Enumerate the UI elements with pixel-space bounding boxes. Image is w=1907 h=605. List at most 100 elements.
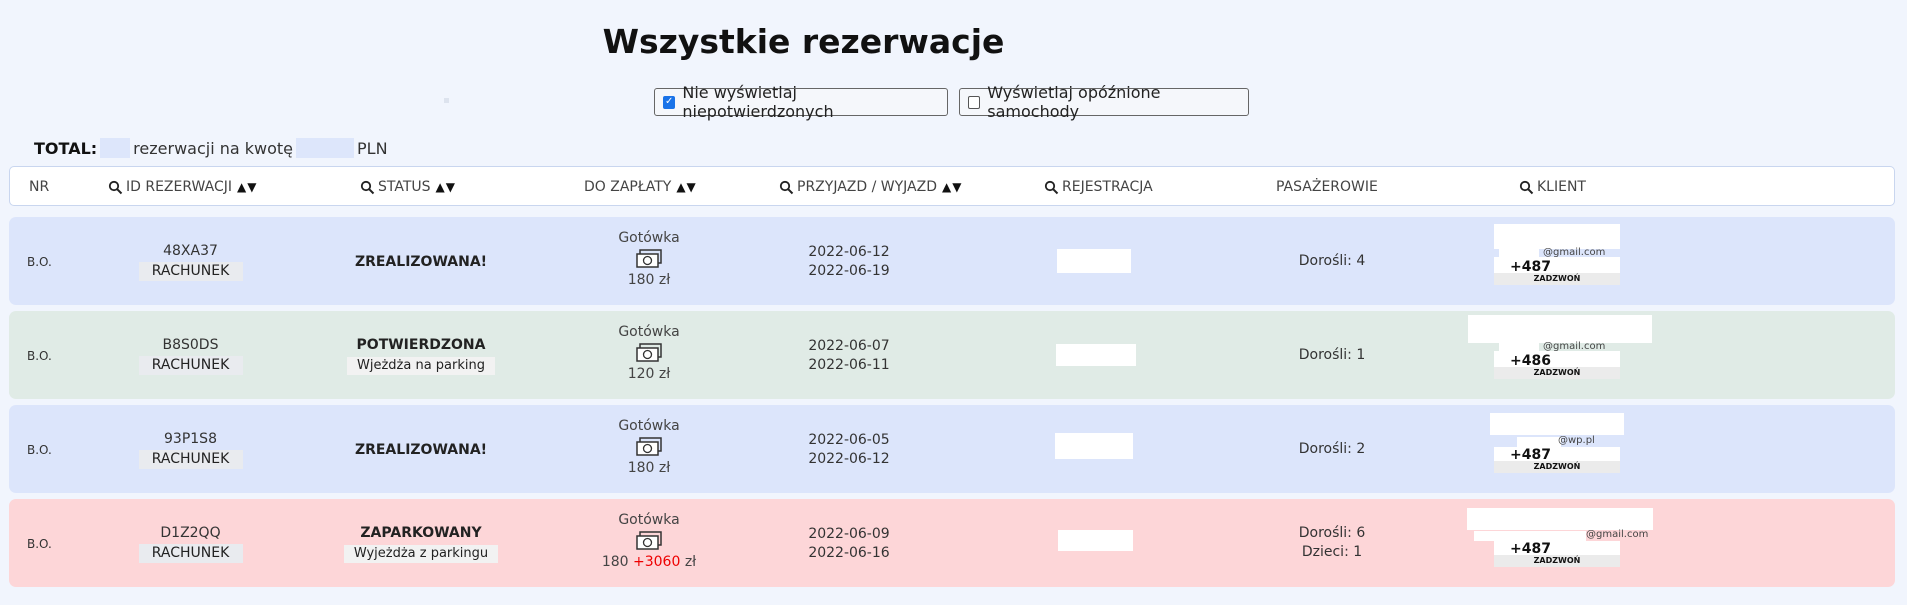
- col-dates[interactable]: PRZYJAZD / WYJAZD ▲▼: [779, 179, 962, 195]
- payment-amount: 180 zł: [579, 459, 719, 477]
- filter-show-delayed[interactable]: Wyświetlaj opóźnione samochody: [959, 83, 1249, 121]
- search-icon[interactable]: [360, 180, 375, 195]
- client-cell: @gmail.com +487 ZADZWOŃ: [1466, 217, 1696, 305]
- reservation-code[interactable]: 93P1S8: [129, 430, 252, 448]
- invoice-button[interactable]: RACHUNEK: [138, 262, 243, 281]
- passengers-cell: Dorośli: 4: [1257, 252, 1407, 271]
- search-icon[interactable]: [779, 180, 794, 195]
- money-icon: [636, 531, 662, 550]
- invoice-button[interactable]: RACHUNEK: [138, 356, 243, 375]
- amount-base: 180: [601, 554, 629, 570]
- col-id[interactable]: ID REZERWACJI ▲▼: [108, 179, 257, 195]
- sort-arrows[interactable]: ▲▼: [436, 180, 456, 194]
- money-icon: [636, 249, 662, 268]
- col-payment[interactable]: DO ZAPŁATY ▲▼: [584, 179, 697, 195]
- amount-unit: zł: [658, 460, 671, 476]
- checkbox-icon[interactable]: ✓: [663, 95, 676, 109]
- call-button[interactable]: ZADZWOŃ: [1494, 273, 1620, 285]
- departure-date: 2022-06-16: [808, 545, 890, 561]
- payment-method: Gotówka: [618, 418, 680, 434]
- status-text: ZREALIZOWANA!: [354, 254, 488, 270]
- status-cell: ZREALIZOWANA!: [331, 441, 511, 459]
- amount-extra: +3060: [633, 554, 681, 570]
- reservation-id: D1Z2QQ RACHUNEK: [129, 524, 252, 563]
- call-button[interactable]: ZADZWOŃ: [1494, 461, 1620, 473]
- total-label: TOTAL:: [34, 138, 98, 158]
- call-button[interactable]: ZADZWOŃ: [1494, 555, 1620, 567]
- payment-method: Gotówka: [618, 324, 680, 340]
- table-row[interactable]: B.O. D1Z2QQ RACHUNEK ZAPARKOWANY Wyjeżdż…: [9, 499, 1895, 587]
- col-passengers: PASAŻEROWIE: [1276, 179, 1378, 195]
- col-passengers-label: PASAŻEROWIE: [1276, 179, 1378, 195]
- amount-base: 120: [627, 366, 655, 382]
- reservation-code[interactable]: D1Z2QQ: [129, 524, 252, 542]
- sort-arrows[interactable]: ▲▼: [942, 180, 962, 194]
- passengers-adults: Dorośli: 6: [1298, 525, 1366, 541]
- payment-amount: 180 zł: [579, 271, 719, 289]
- arrival-date: 2022-06-07: [808, 338, 890, 354]
- payment-amount: 180 +3060 zł: [579, 553, 719, 571]
- client-cell: @gmail.com +487 ZADZWOŃ: [1466, 499, 1696, 587]
- filter-label: Wyświetlaj opóźnione samochody: [987, 83, 1161, 121]
- money-icon: [636, 343, 662, 362]
- client-cell: @gmail.com +486 ZADZWOŃ: [1466, 311, 1696, 399]
- row-nr: B.O.: [27, 349, 52, 363]
- filter-hide-unconfirmed[interactable]: ✓ Nie wyświetlaj niepotwierdzonych: [654, 83, 948, 121]
- client-email[interactable]: @gmail.com: [1586, 529, 1648, 540]
- row-nr: B.O.: [27, 443, 52, 457]
- money-icon: [636, 437, 662, 456]
- table-header: NR ID REZERWACJI ▲▼ STATUS ▲▼ DO ZAPŁATY…: [9, 166, 1895, 206]
- col-client[interactable]: KLIENT: [1519, 179, 1586, 195]
- invoice-button[interactable]: RACHUNEK: [138, 544, 243, 563]
- status-cell: ZREALIZOWANA!: [331, 253, 511, 271]
- reservation-id: 48XA37 RACHUNEK: [129, 242, 252, 281]
- passengers-adults: Dorośli: 2: [1298, 441, 1366, 457]
- client-email-redacted: [1499, 249, 1539, 257]
- table-row[interactable]: B.O. B8S0DS RACHUNEK POTWIERDZONA Wjeżdż…: [9, 311, 1895, 399]
- col-registration[interactable]: REJESTRACJA: [1044, 179, 1153, 195]
- registration-redacted: [1055, 433, 1133, 459]
- reservation-id: 93P1S8 RACHUNEK: [129, 430, 252, 469]
- client-email-redacted: [1474, 531, 1586, 541]
- client-email[interactable]: @wp.pl: [1558, 435, 1595, 446]
- client-name-redacted: [1494, 224, 1620, 249]
- col-nr: NR: [29, 179, 49, 195]
- reservation-code[interactable]: 48XA37: [129, 242, 252, 260]
- search-icon[interactable]: [1519, 180, 1534, 195]
- table-row[interactable]: B.O. 93P1S8 RACHUNEK ZREALIZOWANA! Gotów…: [9, 405, 1895, 493]
- client-name-redacted: [1490, 413, 1624, 435]
- arrival-date: 2022-06-05: [808, 432, 890, 448]
- total-summary: TOTAL: rezerwacji na kwotę PLN: [34, 138, 388, 158]
- registration-redacted: [1058, 530, 1133, 551]
- client-email-redacted: [1499, 343, 1539, 351]
- col-id-label: ID REZERWACJI: [126, 179, 232, 195]
- filter-label: Nie wyświetlaj niepotwierdzonych: [682, 83, 834, 121]
- invoice-button[interactable]: RACHUNEK: [138, 450, 243, 469]
- search-icon[interactable]: [108, 180, 123, 195]
- passengers-children: Dzieci: 1: [1301, 544, 1363, 560]
- col-status[interactable]: STATUS ▲▼: [360, 179, 456, 195]
- small-dot: [444, 98, 449, 103]
- status-note: Wyjeżdża z parkingu: [343, 545, 499, 563]
- registration-redacted: [1057, 249, 1131, 273]
- sort-arrows[interactable]: ▲▼: [676, 180, 696, 194]
- col-client-label: KLIENT: [1537, 179, 1586, 195]
- call-button[interactable]: ZADZWOŃ: [1494, 367, 1620, 379]
- payment-method: Gotówka: [618, 230, 680, 246]
- sort-arrows[interactable]: ▲▼: [237, 180, 257, 194]
- checkbox-icon[interactable]: [968, 95, 981, 109]
- row-nr: B.O.: [27, 537, 52, 551]
- client-cell: @wp.pl +487 ZADZWOŃ: [1466, 405, 1696, 493]
- status-cell: POTWIERDZONA Wjeżdża na parking: [331, 336, 511, 375]
- row-nr: B.O.: [27, 255, 52, 269]
- total-amount-redacted: [296, 138, 355, 158]
- registration-redacted: [1056, 344, 1136, 366]
- reservation-code[interactable]: B8S0DS: [129, 336, 252, 354]
- total-count-redacted: [100, 138, 131, 158]
- table-row[interactable]: B.O. 48XA37 RACHUNEK ZREALIZOWANA! Gotów…: [9, 217, 1895, 305]
- status-note: Wjeżdża na parking: [347, 357, 495, 375]
- payment-method: Gotówka: [618, 512, 680, 528]
- total-text: rezerwacji na kwotę: [133, 138, 294, 158]
- payment-cell: Gotówka 180 +3060 zł: [579, 511, 719, 571]
- search-icon[interactable]: [1044, 180, 1059, 195]
